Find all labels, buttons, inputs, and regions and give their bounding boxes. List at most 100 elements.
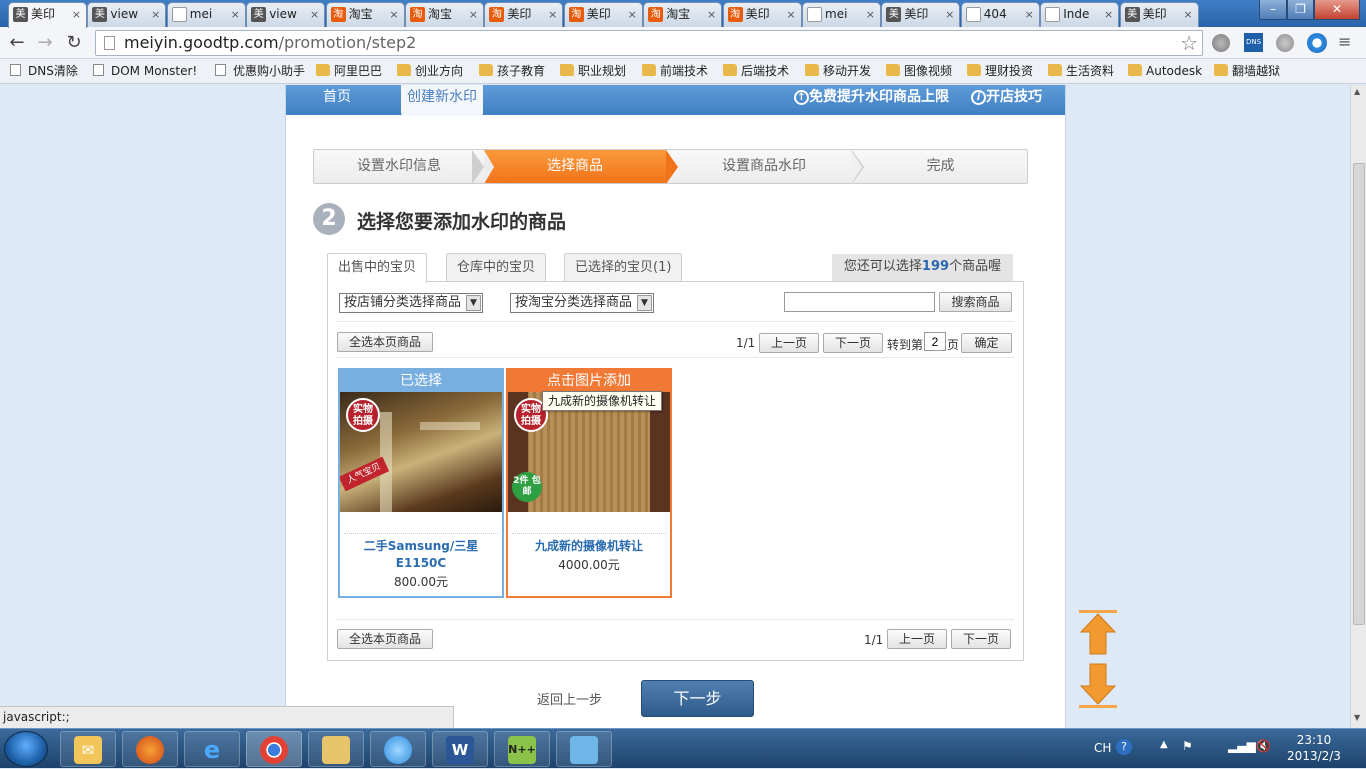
tab-close-icon[interactable]: × — [1183, 3, 1192, 26]
browser-tab[interactable]: 淘淘宝 × — [325, 2, 405, 27]
forward-arrow-icon[interactable]: → — [33, 31, 57, 55]
tab-close-icon[interactable]: × — [310, 3, 319, 26]
tab-close-icon[interactable]: × — [151, 3, 160, 26]
goto-page-input[interactable] — [924, 332, 946, 351]
browser-tab[interactable]: 淘美印 × — [484, 2, 564, 27]
bookmark-item[interactable]: 移动开发 — [805, 63, 871, 80]
search-input[interactable] — [784, 292, 935, 312]
bookmark-item[interactable]: 图像视频 — [886, 63, 952, 80]
product-name[interactable]: 九成新的摄像机转让 — [508, 538, 670, 555]
tab-in-stock[interactable]: 仓库中的宝贝 — [446, 253, 547, 282]
tab-close-icon[interactable]: × — [945, 3, 954, 26]
browser-tab[interactable]: mei × — [802, 2, 881, 27]
close-window-button[interactable]: ✕ — [1314, 0, 1360, 20]
browser-tab[interactable]: mei × — [166, 2, 246, 27]
taskbar-firefox[interactable] — [122, 731, 178, 767]
browser-tab[interactable]: 美 view × — [87, 2, 167, 27]
search-button[interactable]: 搜索商品 — [939, 292, 1012, 312]
taskbar-editor[interactable] — [556, 731, 612, 767]
product-card-selected[interactable]: 已选择 实物 拍摄 人气宝贝 二手Samsung/三星 E1150C 800.0… — [338, 368, 504, 598]
browser-tab[interactable]: 淘淘宝 × — [643, 2, 723, 27]
taskbar-explorer[interactable] — [308, 731, 364, 767]
scroll-bottom-arrow-icon[interactable] — [1079, 663, 1117, 705]
bookmark-item[interactable]: 生活资料 — [1048, 63, 1114, 80]
scroll-top-arrow-icon[interactable] — [1079, 613, 1117, 655]
browser-tab[interactable]: 美美印 × — [8, 2, 87, 28]
browser-tab[interactable]: 淘淘宝 × — [405, 2, 484, 27]
bookmark-item[interactable]: Autodesk — [1128, 63, 1202, 80]
restore-button[interactable]: ❐ — [1287, 0, 1314, 20]
shop-tips-link[interactable]: i 开店技巧 — [971, 85, 1042, 115]
browser-tab[interactable]: 美 view × — [246, 2, 326, 27]
bookmark-item[interactable]: 职业规划 — [560, 63, 626, 80]
bookmark-item[interactable]: 孩子教育 — [479, 63, 545, 80]
browser-tab[interactable]: Inde × — [1040, 2, 1120, 27]
tab-close-icon[interactable]: × — [786, 3, 795, 26]
taskbar-mail-app[interactable]: ✉ — [60, 731, 116, 767]
browser-tab[interactable]: 美美印 × — [881, 2, 961, 27]
taskbar-qq[interactable] — [370, 731, 426, 767]
wrench-menu-icon[interactable]: ≡ — [1338, 32, 1358, 51]
taskbar-chrome[interactable] — [246, 731, 302, 767]
prev-page-bottom-button[interactable]: 上一页 — [887, 629, 947, 649]
scroll-down-arrow-icon[interactable]: ▼ — [1354, 713, 1360, 722]
input-language[interactable]: CH — [1094, 741, 1111, 755]
taskbar-word[interactable]: W — [432, 731, 488, 767]
clock[interactable]: 23:10 2013/2/3 — [1284, 732, 1344, 764]
tab-close-icon[interactable]: × — [231, 3, 240, 26]
bookmark-item[interactable]: DOM Monster! — [93, 63, 197, 80]
tab-close-icon[interactable]: × — [707, 3, 716, 26]
bookmark-item[interactable]: 阿里巴巴 — [316, 63, 382, 80]
taobao-category-select[interactable]: 按淘宝分类选择商品 ▼ — [510, 293, 654, 313]
shop-category-select[interactable]: 按店铺分类选择商品 ▼ — [339, 293, 483, 313]
goto-confirm-button[interactable]: 确定 — [961, 333, 1012, 353]
select-all-bottom-button[interactable]: 全选本页商品 — [337, 629, 433, 649]
reload-icon[interactable]: ↻ — [62, 31, 86, 55]
back-step-link[interactable]: 返回上一步 — [537, 689, 602, 708]
taskbar-ie[interactable]: e — [184, 731, 240, 767]
bookmark-item[interactable]: 后端技术 — [723, 63, 789, 80]
product-image[interactable]: 实物 拍摄 人气宝贝 — [340, 392, 502, 512]
star-icon[interactable]: ☆ — [1180, 31, 1198, 55]
select-all-top-button[interactable]: 全选本页商品 — [337, 332, 433, 352]
globe-icon[interactable] — [1212, 34, 1230, 52]
url-input[interactable]: meiyin.goodtp.com/promotion/step2 ☆ — [95, 30, 1203, 56]
upgrade-limit-link[interactable]: ↑ 免费提升水印商品上限 — [794, 85, 949, 115]
vertical-scrollbar[interactable]: ▲ ▼ — [1350, 85, 1366, 728]
scrollbar-thumb[interactable] — [1353, 163, 1365, 625]
tab-close-icon[interactable]: × — [389, 3, 398, 26]
browser-tab[interactable]: 淘美印 × — [722, 2, 802, 27]
scroll-top-bottom-widget[interactable] — [1079, 610, 1117, 708]
tab-close-icon[interactable]: × — [1025, 3, 1034, 26]
start-button[interactable] — [4, 731, 48, 767]
tab-close-icon[interactable]: × — [866, 3, 875, 26]
prev-page-top-button[interactable]: 上一页 — [759, 333, 819, 353]
tab-close-icon[interactable]: × — [628, 3, 637, 26]
tab-close-icon[interactable]: × — [469, 3, 478, 26]
volume-icon[interactable]: 🔇 — [1256, 739, 1271, 753]
network-icon[interactable]: ▂▄▆ — [1228, 739, 1256, 753]
browser-tab[interactable]: 淘美印 × — [563, 2, 643, 27]
bookmark-item[interactable]: 前端技术 — [642, 63, 708, 80]
settings-gear-icon[interactable] — [1307, 33, 1327, 53]
bookmark-item[interactable]: 翻墙越狱 — [1214, 63, 1280, 80]
next-step-button[interactable]: 下一步 — [641, 680, 754, 717]
tray-expand-icon[interactable]: ▲ — [1160, 739, 1168, 750]
next-page-top-button[interactable]: 下一页 — [823, 333, 883, 353]
help-icon[interactable]: ? — [1116, 739, 1132, 755]
nav-create-watermark-tab[interactable]: 创建新水印 — [401, 85, 483, 116]
minimize-button[interactable]: – — [1259, 0, 1287, 20]
bookmark-item[interactable]: 理财投资 — [967, 63, 1033, 80]
bookmark-item[interactable]: DNS清除 — [10, 63, 78, 80]
tab-on-sale[interactable]: 出售中的宝贝 — [327, 253, 428, 283]
scroll-up-arrow-icon[interactable]: ▲ — [1354, 87, 1360, 96]
product-name[interactable]: 二手Samsung/三星 E1150C — [340, 538, 502, 572]
taskbar-notepad-plus[interactable]: N++ — [494, 731, 550, 767]
dns-extension-icon[interactable]: DNS — [1244, 33, 1263, 52]
tab-close-icon[interactable]: × — [548, 3, 557, 26]
tab-selected[interactable]: 已选择的宝贝(1) — [564, 253, 683, 282]
flag-icon[interactable]: ⚑ — [1182, 739, 1193, 753]
bookmark-item[interactable]: 优惠购小助手 — [215, 63, 305, 80]
tab-close-icon[interactable]: × — [72, 3, 81, 26]
nav-home-link[interactable]: 首页 — [323, 85, 351, 115]
